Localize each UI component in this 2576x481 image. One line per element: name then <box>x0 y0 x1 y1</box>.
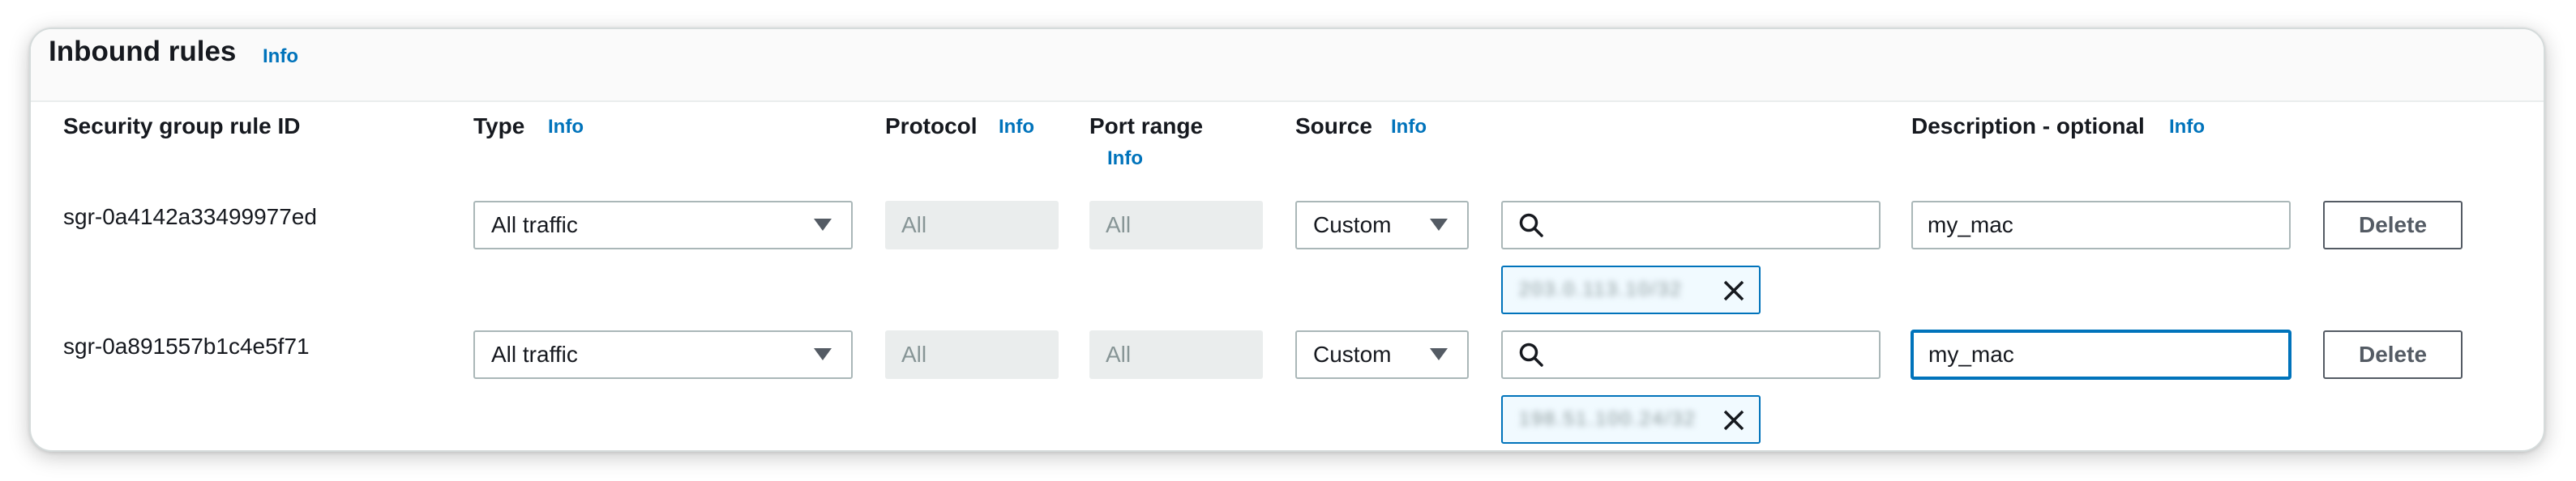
panel-title: Inbound rules <box>49 36 237 67</box>
port-range-field: All <box>1089 330 1263 379</box>
caret-down-icon <box>1430 348 1448 360</box>
source-select[interactable]: Custom <box>1295 330 1469 379</box>
search-icon <box>1519 213 1543 237</box>
close-icon[interactable] <box>1722 279 1746 303</box>
column-header-type: Type <box>473 113 525 138</box>
column-header-rule-id: Security group rule ID <box>63 113 301 138</box>
source-select[interactable]: Custom <box>1295 201 1469 249</box>
column-header-description: Description - optional <box>1911 113 2145 138</box>
type-select[interactable]: All traffic <box>473 330 853 379</box>
source-search-input[interactable] <box>1501 330 1881 379</box>
description-info-link[interactable]: Info <box>2169 116 2205 138</box>
rule-id: sgr-0a891557b1c4e5f71 <box>63 334 310 359</box>
port-range-info-link[interactable]: Info <box>1107 147 1143 170</box>
column-header-protocol: Protocol <box>885 113 978 138</box>
title-info-link[interactable]: Info <box>263 45 298 68</box>
protocol-info-link[interactable]: Info <box>999 116 1034 138</box>
rule-id: sgr-0a4142a33499977ed <box>63 204 317 229</box>
panel-header: Inbound rules Info <box>31 29 2544 102</box>
source-cidr-value: 203.0.113.10/32 <box>1519 279 1683 300</box>
delete-button[interactable]: Delete <box>2323 330 2463 379</box>
caret-down-icon <box>814 348 832 360</box>
type-select-value: All traffic <box>491 342 578 367</box>
description-input[interactable]: my_mac <box>1911 201 2291 249</box>
caret-down-icon <box>814 219 832 231</box>
type-select[interactable]: All traffic <box>473 201 853 249</box>
source-select-value: Custom <box>1313 342 1392 367</box>
column-header-port-range: Port range <box>1089 113 1204 138</box>
description-input[interactable]: my_mac <box>1911 330 2291 379</box>
delete-button[interactable]: Delete <box>2323 201 2463 249</box>
close-icon[interactable] <box>1722 408 1746 432</box>
type-info-link[interactable]: Info <box>548 116 584 138</box>
protocol-field: All <box>885 330 1059 379</box>
source-cidr-token: 203.0.113.10/32 <box>1501 266 1761 314</box>
search-icon <box>1519 343 1543 367</box>
source-cidr-value: 198.51.100.24/32 <box>1519 408 1697 430</box>
source-cidr-token: 198.51.100.24/32 <box>1501 395 1761 444</box>
source-select-value: Custom <box>1313 212 1392 237</box>
source-info-link[interactable]: Info <box>1391 116 1427 138</box>
column-header-source: Source <box>1295 113 1372 138</box>
type-select-value: All traffic <box>491 212 578 237</box>
inbound-rules-panel: Inbound rules Info Security group rule I… <box>29 28 2545 452</box>
protocol-field: All <box>885 201 1059 249</box>
port-range-field: All <box>1089 201 1263 249</box>
source-search-input[interactable] <box>1501 201 1881 249</box>
caret-down-icon <box>1430 219 1448 231</box>
